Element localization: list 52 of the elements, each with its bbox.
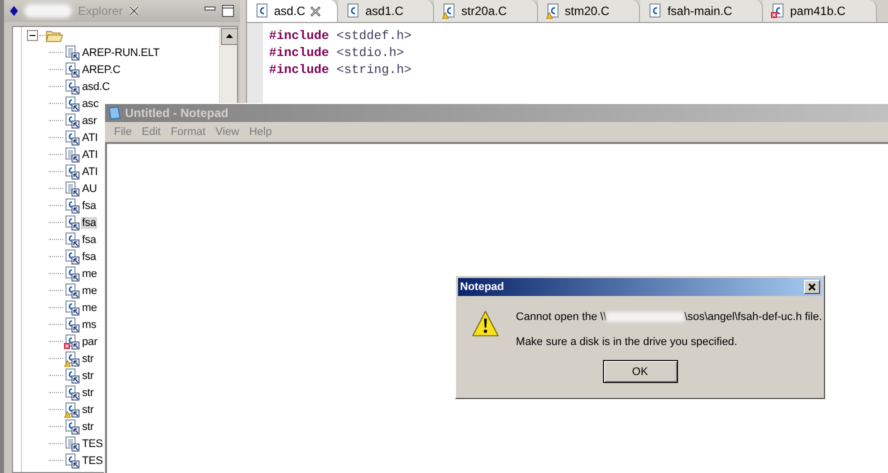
editor-tab[interactable]: asd.C xyxy=(247,0,338,22)
tree-item[interactable]: str xyxy=(81,420,95,432)
panel-title: Explorer xyxy=(78,4,123,18)
tree-item[interactable]: me xyxy=(81,302,98,314)
ok-button[interactable]: OK xyxy=(602,360,678,383)
tree-item[interactable]: asc xyxy=(81,98,100,110)
editor-tab[interactable]: fsah-main.C xyxy=(640,0,764,22)
tree-item[interactable]: TES xyxy=(81,454,104,466)
tree-item[interactable]: fsa xyxy=(81,250,98,262)
tree-item[interactable]: ATI xyxy=(81,166,99,178)
collapse-toggle[interactable] xyxy=(27,30,38,41)
tree-item[interactable]: ATI xyxy=(81,132,99,144)
window-title: Untitled - Notepad xyxy=(125,106,228,120)
tree-item[interactable]: TES xyxy=(81,438,104,450)
tree-item[interactable]: asd.C xyxy=(81,80,111,92)
tree-item[interactable]: asr xyxy=(81,114,98,126)
tree-item[interactable]: me xyxy=(81,284,98,296)
code-text: <stddef.h> xyxy=(336,29,412,43)
tree-item[interactable]: par xyxy=(81,336,98,348)
tree-item[interactable]: AREP.C xyxy=(81,64,122,76)
error-message: Cannot open the \\ \sos\angel\fsah-def-uc.h file. xyxy=(516,311,822,323)
tree-item[interactable]: str xyxy=(81,352,95,364)
tree-item[interactable]: ms xyxy=(81,318,98,330)
tree-item[interactable]: AREP-RUN.ELT xyxy=(81,46,160,58)
code-keyword: #include xyxy=(269,29,330,43)
editor-tab[interactable]: str20a.C xyxy=(434,0,538,22)
folder-icon xyxy=(46,29,63,42)
tree-item[interactable]: str xyxy=(81,370,95,382)
code-keyword: #include xyxy=(269,46,330,60)
tree-item[interactable]: AU xyxy=(81,182,98,194)
code-text: <stdio.h> xyxy=(336,46,404,60)
tree-item[interactable]: fsa xyxy=(81,234,98,246)
scroll-up-icon[interactable] xyxy=(221,28,237,45)
tree-item[interactable]: me xyxy=(81,268,98,280)
editor-tab[interactable]: stm20.C xyxy=(538,0,640,22)
close-icon[interactable] xyxy=(128,6,139,16)
tree-item[interactable]: fsa xyxy=(81,200,98,212)
tree-item[interactable]: fsa xyxy=(81,216,98,228)
code-text: <string.h> xyxy=(336,63,412,77)
redaction-blur xyxy=(24,4,72,18)
dialog-title: Notepad xyxy=(460,281,504,293)
code-keyword: #include xyxy=(269,63,330,77)
tree-item[interactable]: str xyxy=(81,386,95,398)
editor-tab[interactable]: asd1.C xyxy=(338,0,434,22)
tree-item[interactable]: str xyxy=(81,404,95,416)
maximize-icon[interactable] xyxy=(222,5,234,17)
notepad-icon xyxy=(107,106,121,120)
hint-text: Make sure a disk is in the drive you specified. xyxy=(516,336,738,348)
tree-item[interactable]: ATI xyxy=(81,148,99,160)
diamond-icon xyxy=(10,6,18,16)
editor-tab[interactable]: pam41b.C xyxy=(763,0,876,22)
close-icon[interactable] xyxy=(310,6,322,16)
